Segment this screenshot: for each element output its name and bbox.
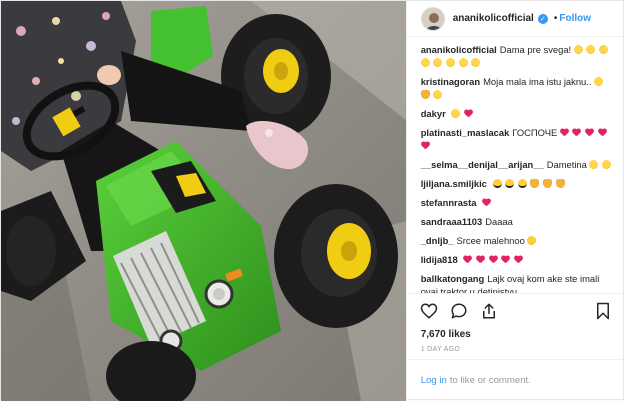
- avatar-image: [421, 7, 444, 30]
- comment-text: ГОСПОЧЕ: [512, 127, 558, 138]
- comment-icon: [451, 303, 467, 318]
- heart-outline-icon: [420, 302, 437, 319]
- laugh-emoji-icon: [420, 58, 430, 67]
- laugh-emoji-icon: [573, 45, 583, 54]
- post-side-panel: ananikolicofficial ✓ • Follow ananikolic…: [405, 1, 623, 401]
- heart-emoji-icon: [482, 199, 491, 207]
- comment-item: stefannrasta: [421, 196, 613, 209]
- heart-emoji-icon: [501, 256, 510, 264]
- login-prompt-text: to like or comment.: [449, 375, 531, 386]
- comment-text: Dametina: [546, 159, 587, 170]
- comment-item: lidija818: [421, 253, 613, 266]
- laugh-emoji-icon: [458, 58, 468, 67]
- comment-username[interactable]: kristinagoran: [421, 76, 480, 87]
- likes-count[interactable]: 7,670 likes: [407, 327, 623, 343]
- comment-item: ballkatongang Lajk ovaj kom ake ste imali…: [421, 272, 613, 293]
- login-prompt: Log in to like or comment.: [406, 359, 623, 401]
- comments-list[interactable]: ananikolicofficial Dama pre svega! kristi…: [407, 37, 623, 293]
- comment-username[interactable]: __selma__denijal__arijan__: [421, 159, 544, 170]
- laugh-emoji-icon: [598, 45, 608, 54]
- laugh-emoji-icon: [471, 58, 481, 67]
- comment-text: Moja mala ima istu jaknu..: [483, 76, 592, 87]
- laugh-emoji-icon: [451, 109, 461, 118]
- heart-emoji-icon: [572, 129, 581, 137]
- heart-emoji-icon: [598, 129, 607, 137]
- kiss-emoji-icon: [527, 236, 537, 245]
- header-username[interactable]: ananikolicofficial: [453, 13, 534, 24]
- cat-emoji-icon: [542, 179, 552, 188]
- comment-item: dakyr: [421, 107, 613, 120]
- follow-button[interactable]: Follow: [559, 13, 591, 24]
- login-link[interactable]: Log in: [421, 375, 447, 386]
- header-separator: •: [553, 13, 558, 24]
- laugh-emoji-icon: [594, 77, 604, 86]
- action-bar: [406, 293, 623, 327]
- heart-emoji-icon: [514, 256, 523, 264]
- comment-item: ananikolicofficial Dama pre svega!: [420, 43, 613, 69]
- heart-emoji-icon: [585, 129, 594, 137]
- avatar[interactable]: [420, 6, 445, 31]
- comment-text: Srcee malehnoo: [456, 235, 525, 246]
- heart-emoji-icon: [421, 142, 430, 150]
- laugh-emoji-icon: [433, 58, 443, 67]
- cat-emoji-icon: [530, 179, 540, 188]
- post-photo[interactable]: [1, 1, 406, 401]
- share-button[interactable]: [479, 301, 499, 321]
- comment-username[interactable]: ballkatongang: [421, 273, 485, 284]
- comment-text: Daaaa: [485, 216, 513, 227]
- comment-item: __selma__denijal__arijan__ Dametina: [421, 158, 613, 171]
- post-header: ananikolicofficial ✓ • Follow: [406, 1, 623, 37]
- comment-username[interactable]: sandraaa1103: [421, 216, 483, 227]
- cool-emoji-icon: [505, 179, 515, 188]
- comment-username[interactable]: _dnljb_: [421, 235, 454, 246]
- heart-emoji-icon: [560, 129, 569, 137]
- comment-username[interactable]: ananikolicofficial: [421, 44, 497, 55]
- like-button[interactable]: [419, 301, 439, 321]
- laugh-emoji-icon: [445, 58, 455, 67]
- laugh-emoji-icon: [586, 45, 596, 54]
- instagram-post: ananikolicofficial ✓ • Follow ananikolic…: [0, 0, 624, 401]
- laugh-emoji-icon: [602, 160, 612, 169]
- cool-emoji-icon: [492, 179, 502, 188]
- comment-username[interactable]: dakyr: [421, 108, 446, 119]
- cat-emoji-icon: [420, 90, 430, 99]
- comment-item: kristinagoran Moja mala ima istu jaknu..: [420, 75, 613, 101]
- laugh-emoji-icon: [589, 160, 599, 169]
- cat-emoji-icon: [555, 179, 565, 188]
- comment-username[interactable]: lidija818: [421, 254, 458, 265]
- comment-username[interactable]: stefannrasta: [421, 197, 477, 208]
- share-icon: [482, 303, 495, 318]
- heart-emoji-icon: [476, 256, 485, 264]
- comment-username[interactable]: ljiljana.smiljkic: [421, 178, 487, 189]
- comment-text: Dama pre svega!: [499, 44, 572, 55]
- comment-username[interactable]: platinasti_maslacak: [421, 127, 510, 138]
- heart-emoji-icon: [464, 110, 473, 118]
- save-button[interactable]: [593, 301, 613, 321]
- bookmark-icon: [597, 302, 609, 319]
- cool-emoji-icon: [517, 179, 527, 188]
- heart-emoji-icon: [489, 256, 498, 264]
- tractor-photo-illustration: [1, 1, 406, 401]
- comment-item: platinasti_maslacak ГОСПОЧЕ: [421, 126, 613, 152]
- comment-button[interactable]: [449, 301, 469, 321]
- comment-item: ljiljana.smiljkic: [421, 177, 613, 190]
- verified-badge-icon: ✓: [537, 13, 548, 24]
- comment-item: _dnljb_ Srcee malehnoo: [421, 234, 613, 247]
- comment-item: sandraaa1103 Daaaa: [421, 215, 613, 228]
- post-timestamp: 1 DAY AGO: [420, 346, 461, 353]
- laugh-emoji-icon: [433, 90, 443, 99]
- heart-emoji-icon: [463, 256, 472, 264]
